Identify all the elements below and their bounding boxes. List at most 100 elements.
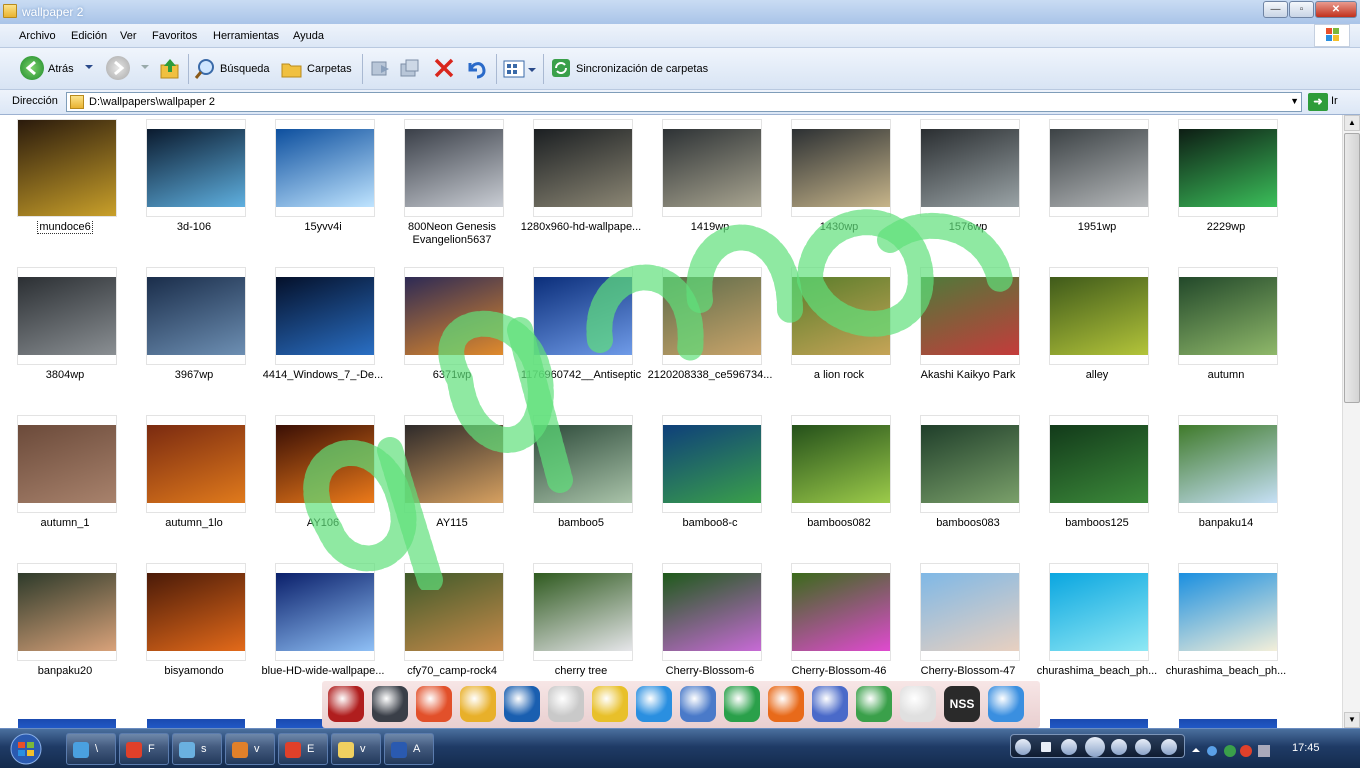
sync-folders-icon[interactable] bbox=[550, 57, 572, 81]
file-name[interactable]: banpaku14 bbox=[1161, 517, 1291, 530]
menu-edicion[interactable]: Edición bbox=[71, 30, 107, 42]
file-name[interactable]: cherry tree bbox=[516, 665, 646, 678]
thumbnail-image[interactable] bbox=[1179, 129, 1277, 207]
file-name[interactable]: 1419wp bbox=[645, 221, 775, 234]
thumbnail-frame[interactable] bbox=[275, 267, 375, 365]
thumbnail-image[interactable] bbox=[1179, 425, 1277, 503]
file-item[interactable]: 2229wp bbox=[1161, 115, 1289, 263]
thumbnail-image[interactable] bbox=[147, 573, 245, 651]
minimize-button[interactable]: — bbox=[1263, 1, 1288, 18]
file-name[interactable]: AY106 bbox=[258, 517, 388, 530]
file-name[interactable]: churashima_beach_ph... bbox=[1161, 665, 1291, 678]
file-item[interactable]: 6371wp bbox=[387, 263, 515, 411]
go-arrow-icon[interactable]: ➜ bbox=[1308, 93, 1328, 111]
thumbnail-image[interactable] bbox=[147, 425, 245, 503]
file-item[interactable]: bamboos082 bbox=[774, 411, 902, 559]
thumbnail-frame[interactable] bbox=[662, 267, 762, 365]
thumbnail-image[interactable] bbox=[792, 129, 890, 207]
file-name[interactable]: bamboos125 bbox=[1032, 517, 1162, 530]
thumbnail-frame[interactable] bbox=[146, 119, 246, 217]
fax-icon[interactable] bbox=[548, 686, 584, 722]
pause-icon[interactable] bbox=[1085, 737, 1105, 757]
thumbnail-image[interactable] bbox=[405, 573, 503, 651]
thumbnail-frame[interactable] bbox=[404, 119, 504, 217]
file-item[interactable]: AY115 bbox=[387, 411, 515, 559]
thumbnail-frame[interactable] bbox=[404, 415, 504, 513]
download-manager-icon[interactable] bbox=[328, 686, 364, 722]
thumbnail-frame[interactable] bbox=[404, 267, 504, 365]
file-name[interactable]: churashima_beach_ph... bbox=[1032, 665, 1162, 678]
back-dropdown-icon[interactable] bbox=[84, 62, 94, 72]
thumbnail-frame[interactable] bbox=[791, 267, 891, 365]
file-name[interactable]: Cherry-Blossom-46 bbox=[774, 665, 904, 678]
file-item[interactable]: 800Neon Genesis Evangelion5637 bbox=[387, 115, 515, 263]
forward-dropdown-icon[interactable] bbox=[140, 62, 150, 72]
file-name[interactable]: 2120208338_ce596734... bbox=[645, 369, 775, 382]
thumbnail-image[interactable] bbox=[276, 277, 374, 355]
address-input[interactable]: D:\wallpapers\wallpaper 2 ▼ bbox=[66, 92, 1302, 112]
thumbnail-image[interactable] bbox=[1179, 719, 1277, 728]
cpu-speed-icon[interactable] bbox=[504, 686, 540, 722]
go-button-label[interactable]: Ir bbox=[1331, 95, 1338, 107]
file-item[interactable]: autumn_1 bbox=[0, 411, 128, 559]
file-name[interactable]: 1176960742__Antiseptic bbox=[516, 369, 646, 382]
thumbnail-image[interactable] bbox=[18, 573, 116, 651]
thumbnail-frame[interactable] bbox=[404, 563, 504, 661]
move-to-icon[interactable] bbox=[369, 57, 391, 81]
copy-to-icon[interactable] bbox=[399, 57, 421, 81]
file-name[interactable]: 1430wp bbox=[774, 221, 904, 234]
file-name[interactable]: autumn bbox=[1161, 369, 1291, 382]
menu-herramientas[interactable]: Herramientas bbox=[213, 30, 279, 42]
thumbnail-frame[interactable] bbox=[662, 415, 762, 513]
users-icon[interactable] bbox=[856, 686, 892, 722]
thumbnail-frame[interactable] bbox=[533, 267, 633, 365]
file-item[interactable]: banpaku14 bbox=[1161, 411, 1289, 559]
scrollbar-thumb[interactable] bbox=[1344, 133, 1360, 403]
thumbnail-image[interactable] bbox=[792, 277, 890, 355]
file-item[interactable]: 1430wp bbox=[774, 115, 902, 263]
taskbar-button[interactable]: F bbox=[119, 733, 169, 765]
search-button-label[interactable]: Búsqueda bbox=[220, 63, 270, 75]
thumbnail-image[interactable] bbox=[405, 277, 503, 355]
thumbnail-frame[interactable] bbox=[1178, 119, 1278, 217]
restore-player-icon[interactable] bbox=[1161, 739, 1177, 755]
file-item[interactable]: autumn bbox=[1161, 263, 1289, 411]
thumbnail-frame[interactable] bbox=[533, 563, 633, 661]
clock[interactable]: 17:45 bbox=[1292, 742, 1320, 754]
file-name[interactable]: banpaku20 bbox=[0, 665, 130, 678]
start-button[interactable] bbox=[4, 731, 48, 767]
thumbnail-image[interactable] bbox=[147, 719, 245, 728]
thumbnail-frame[interactable] bbox=[791, 415, 891, 513]
file-name[interactable]: a lion rock bbox=[774, 369, 904, 382]
thumbnail-frame[interactable] bbox=[920, 267, 1020, 365]
menu-favoritos[interactable]: Favoritos bbox=[152, 30, 197, 42]
file-name[interactable]: 1576wp bbox=[903, 221, 1033, 234]
thumbnail-frame[interactable] bbox=[146, 415, 246, 513]
maximize-button[interactable]: ▫ bbox=[1289, 1, 1314, 18]
views-icon[interactable] bbox=[502, 57, 526, 81]
taskbar-button[interactable]: E bbox=[278, 733, 328, 765]
vertical-scrollbar[interactable]: ▲ ▼ bbox=[1342, 115, 1360, 728]
file-item[interactable]: 3967wp bbox=[129, 263, 257, 411]
thumbnail-image[interactable] bbox=[534, 277, 632, 355]
menu-archivo[interactable]: Archivo bbox=[19, 30, 56, 42]
thumbnail-frame[interactable] bbox=[533, 119, 633, 217]
thumbnail-frame[interactable] bbox=[1049, 267, 1149, 365]
thumbnail-image[interactable] bbox=[18, 120, 116, 216]
thumbnail-frame[interactable] bbox=[1049, 563, 1149, 661]
thumbnail-image[interactable] bbox=[1179, 573, 1277, 651]
sync-folders-label[interactable]: Sincronización de carpetas bbox=[576, 63, 708, 75]
file-name[interactable]: AY115 bbox=[387, 517, 517, 530]
thumbnail-frame[interactable] bbox=[17, 267, 117, 365]
folders-icon[interactable] bbox=[280, 57, 304, 81]
file-item[interactable]: bamboos083 bbox=[903, 411, 1031, 559]
file-name[interactable]: mundoce6 bbox=[0, 221, 130, 234]
spiral-app-icon[interactable] bbox=[724, 686, 760, 722]
thumbnail-frame[interactable] bbox=[1178, 563, 1278, 661]
ccleaner-icon[interactable] bbox=[416, 686, 452, 722]
file-name[interactable]: 800Neon Genesis Evangelion5637 bbox=[387, 221, 517, 247]
back-arrow-icon[interactable] bbox=[20, 56, 44, 80]
thumbnail-image[interactable] bbox=[663, 425, 761, 503]
thumbnail-frame[interactable] bbox=[275, 563, 375, 661]
tools-icon[interactable] bbox=[592, 686, 628, 722]
